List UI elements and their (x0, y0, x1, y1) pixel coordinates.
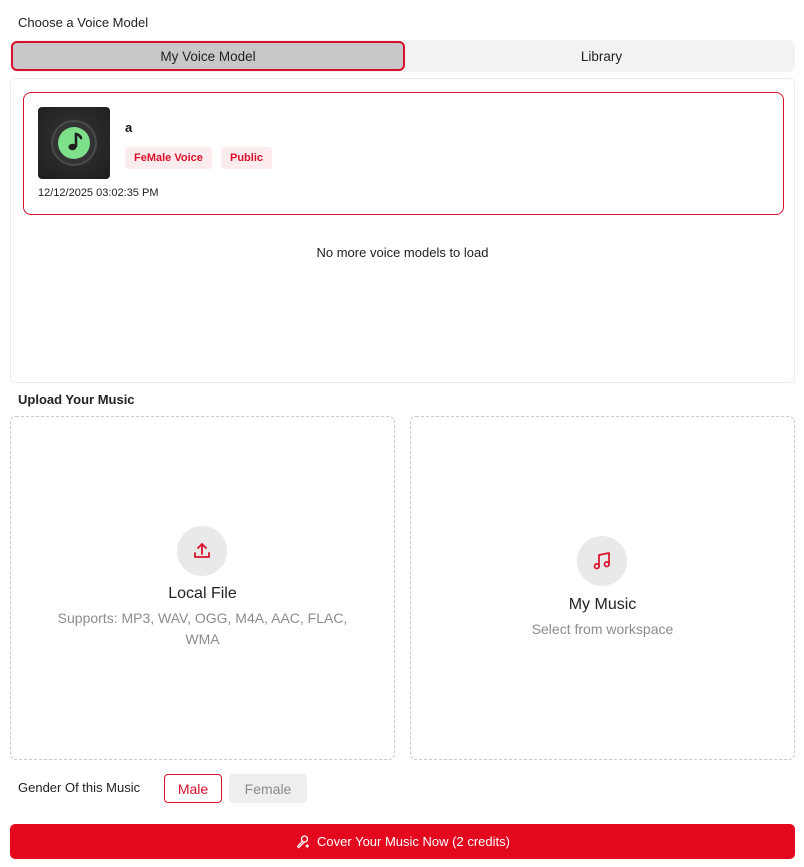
gender-female-button[interactable]: Female (229, 774, 307, 803)
choose-voice-model-label: Choose a Voice Model (18, 15, 149, 30)
music-note-icon (51, 120, 97, 166)
upload-icon (177, 526, 227, 576)
local-file-formats: Supports: MP3, WAV, OGG, M4A, AAC, FLAC,… (57, 610, 348, 647)
cover-music-button[interactable]: Cover Your Music Now (2 credits) (10, 824, 795, 859)
voice-model-list: a FeMale Voice Public 12/12/2025 03:02:3… (10, 78, 795, 383)
gender-male-button[interactable]: Male (164, 774, 222, 803)
local-file-upload-card[interactable]: Local File Supports: MP3, WAV, OGG, M4A,… (10, 416, 395, 760)
local-file-title: Local File (168, 585, 237, 602)
end-of-list-message: No more voice models to load (316, 245, 489, 260)
music-notes-icon (577, 536, 627, 586)
visibility-badge: Public (221, 147, 273, 169)
voice-model-thumbnail (38, 107, 110, 179)
my-music-title: My Music (568, 596, 637, 613)
microphone-icon (295, 834, 311, 850)
cover-music-label: Cover Your Music Now (2 credits) (317, 834, 510, 849)
gender-label: Gender Of this Music (18, 780, 141, 795)
tab-library[interactable]: Library (408, 40, 795, 72)
my-music-card[interactable]: My Music Select from workspace (410, 416, 795, 760)
my-music-subtitle: Select from workspace (531, 621, 674, 637)
tab-my-voice-model[interactable]: My Voice Model (11, 41, 405, 71)
voice-model-name: a (125, 120, 133, 135)
voice-model-card[interactable]: a FeMale Voice Public 12/12/2025 03:02:3… (23, 92, 784, 215)
gender-badge: FeMale Voice (125, 147, 212, 169)
voice-model-date: 12/12/2025 03:02:35 PM (38, 187, 159, 199)
upload-music-label: Upload Your Music (18, 392, 135, 407)
voice-model-tabs: My Voice Model Library (10, 40, 795, 72)
